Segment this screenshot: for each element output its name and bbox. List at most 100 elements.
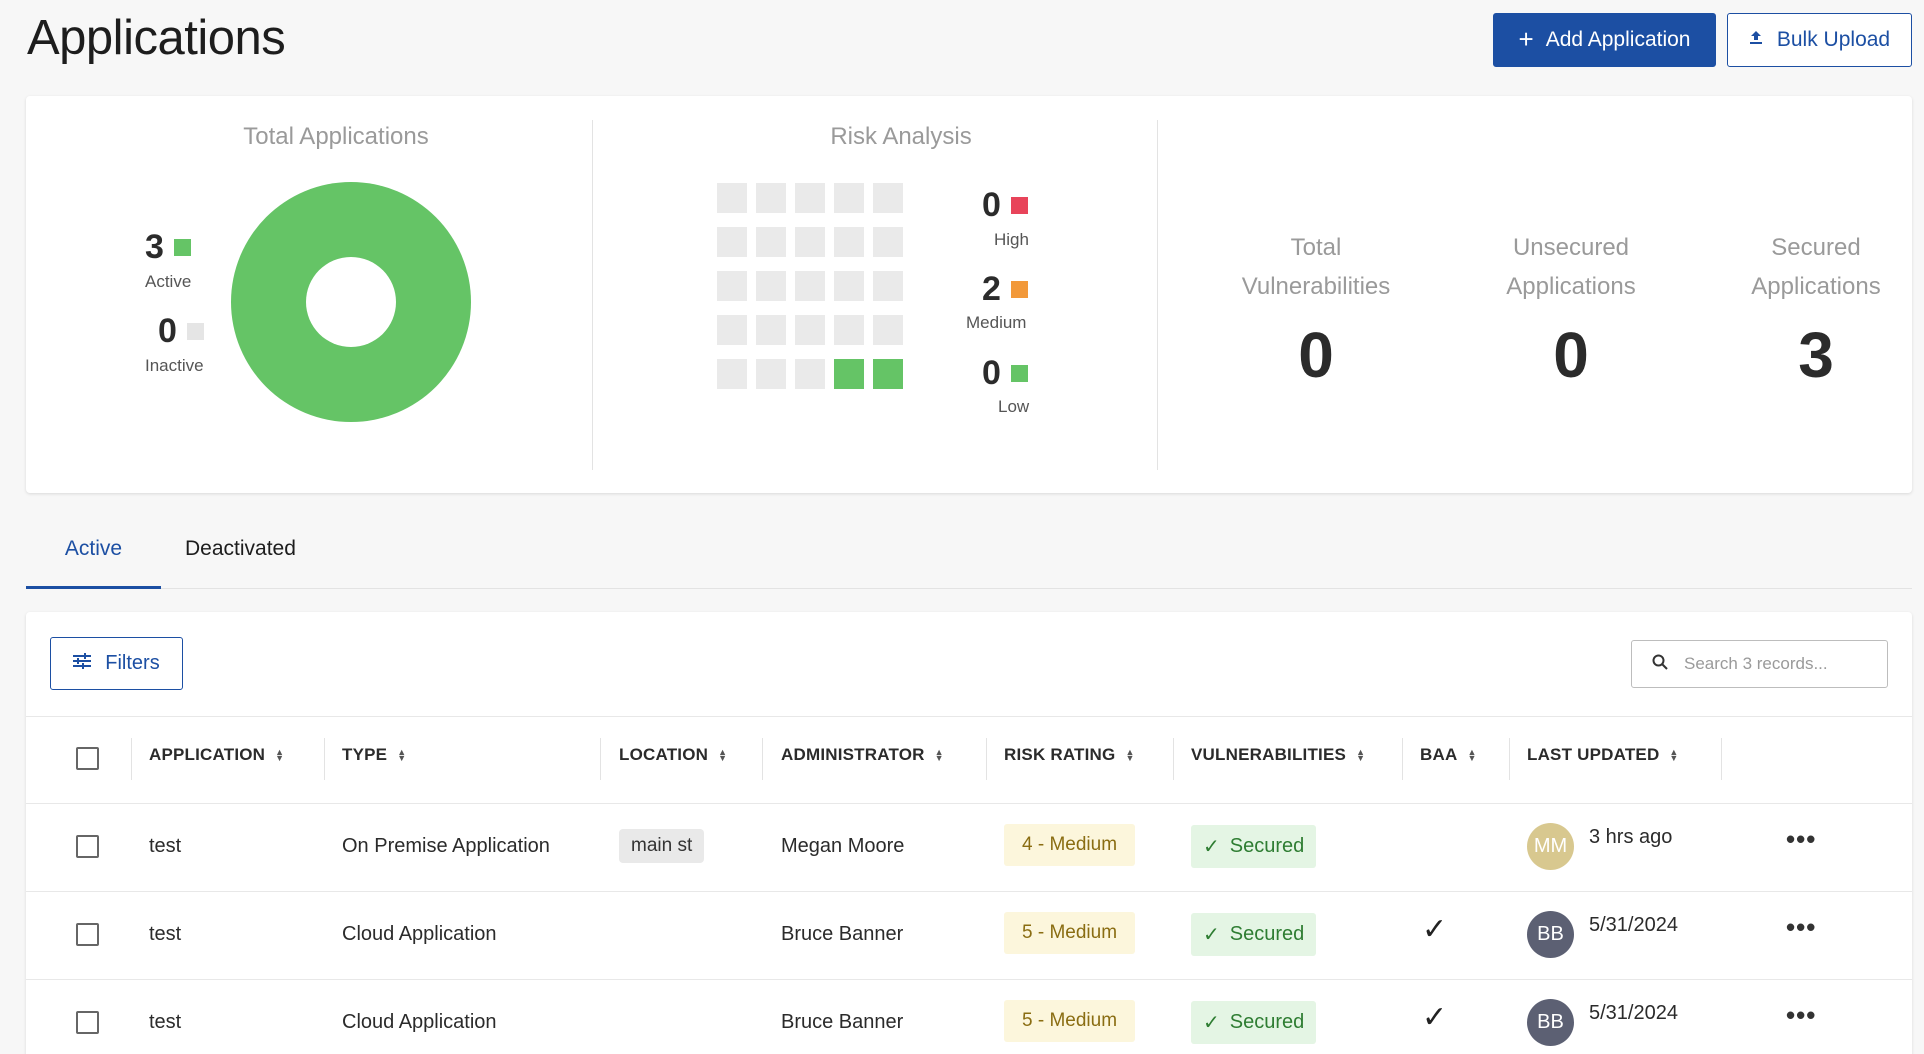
plus-icon: + <box>1518 24 1534 54</box>
risk-cell <box>717 227 747 257</box>
search-input[interactable] <box>1684 654 1874 674</box>
low-legend-swatch <box>1010 365 1028 382</box>
row-actions-more-icon[interactable]: ••• <box>1786 1000 1816 1031</box>
column-divider <box>131 738 132 780</box>
bulk-upload-label: Bulk Upload <box>1776 28 1891 51</box>
sort-icon: ▲ ▼ <box>1467 747 1477 763</box>
column-divider <box>1721 738 1722 780</box>
active-count: 3 <box>145 228 191 267</box>
column-header-type[interactable]: TYPE ▲ ▼ <box>342 745 406 765</box>
column-header-location[interactable]: LOCATION ▲ ▼ <box>619 745 727 765</box>
tab-deactivated[interactable]: Deactivated <box>185 537 296 561</box>
filter-icon <box>73 652 92 675</box>
check-icon: ✓ <box>1203 1012 1220 1034</box>
secured-badge: ✓ Secured <box>1191 825 1317 868</box>
risk-cell <box>873 271 903 301</box>
column-header-application[interactable]: APPLICATION ▲ ▼ <box>149 745 284 765</box>
avatar: BB <box>1527 999 1574 1046</box>
medium-count: 2 <box>982 270 1028 309</box>
select-all-checkbox[interactable] <box>76 747 99 770</box>
sort-icon: ▲ ▼ <box>397 747 407 763</box>
total-vulnerabilities-value: 0 <box>1298 319 1334 391</box>
cell-application[interactable]: test <box>149 923 181 946</box>
risk-rating-badge: 5 - Medium <box>1004 912 1136 954</box>
add-application-button[interactable]: + Add Application <box>1493 13 1716 67</box>
avatar: MM <box>1527 823 1574 870</box>
column-divider <box>324 738 325 780</box>
tab-active-indicator <box>26 586 161 589</box>
cell-last-updated: 5/31/2024 <box>1589 1002 1678 1024</box>
sort-icon: ▲ ▼ <box>1125 747 1135 763</box>
risk-cell <box>717 183 747 213</box>
row-divider <box>26 891 1912 892</box>
risk-cell <box>834 315 864 345</box>
risk-cell <box>834 227 864 257</box>
sort-icon: ▲ ▼ <box>275 747 285 763</box>
cell-type: Cloud Application <box>342 923 497 945</box>
column-header-risk-rating[interactable]: RISK RATING ▲ ▼ <box>1004 745 1135 765</box>
secured-badge: ✓ Secured <box>1191 913 1317 956</box>
applications-table-card: Filters APPLICATION▲▼ TYPE▲▼ LOCATION▲▼ … <box>26 612 1912 1054</box>
filters-button[interactable]: Filters <box>50 637 183 690</box>
row-divider <box>26 803 1912 804</box>
risk-cell <box>873 183 903 213</box>
inactive-count: 0 <box>158 312 204 351</box>
column-divider <box>1509 738 1510 780</box>
check-icon: ✓ <box>1203 836 1220 858</box>
location-chip: main st <box>619 829 705 863</box>
secured-badge: ✓ Secured <box>1191 1001 1317 1044</box>
risk-cell <box>795 227 825 257</box>
tab-divider <box>26 588 1912 589</box>
cell-application[interactable]: test <box>149 835 181 858</box>
tab-active[interactable]: Active <box>26 537 161 561</box>
row-actions-more-icon[interactable]: ••• <box>1786 824 1816 855</box>
risk-cell <box>834 271 864 301</box>
summary-card: Total Applications 3 Active 0 Inactive R… <box>26 96 1912 493</box>
sort-icon: ▲ ▼ <box>1669 747 1679 763</box>
risk-cell <box>795 183 825 213</box>
secured-applications-title: Secured Applications <box>1751 234 1881 300</box>
cell-administrator: Bruce Banner <box>781 1011 904 1033</box>
risk-rating-badge: 4 - Medium <box>1004 824 1136 866</box>
risk-cell <box>873 227 903 257</box>
cell-administrator: Bruce Banner <box>781 923 904 945</box>
unsecured-applications-value: 0 <box>1553 319 1589 391</box>
bulk-upload-button[interactable]: Bulk Upload <box>1727 13 1912 67</box>
inactive-label: Inactive <box>145 356 204 375</box>
risk-cell <box>756 359 786 389</box>
risk-cell <box>873 315 903 345</box>
risk-rating-badge: 5 - Medium <box>1004 1000 1136 1042</box>
divider <box>592 120 593 470</box>
donut-hole <box>306 257 396 347</box>
column-divider <box>600 738 601 780</box>
baa-check-icon: ✓ <box>1422 1001 1448 1034</box>
sort-icon: ▲ ▼ <box>718 747 728 763</box>
search-box[interactable] <box>1631 640 1888 688</box>
column-header-baa[interactable]: BAA ▲ ▼ <box>1420 745 1477 765</box>
risk-cell <box>795 271 825 301</box>
cell-administrator: Megan Moore <box>781 835 905 857</box>
filters-label: Filters <box>105 652 160 674</box>
risk-cell <box>834 183 864 213</box>
risk-cell-filled <box>873 359 903 389</box>
baa-check-icon: ✓ <box>1422 913 1448 946</box>
sort-icon: ▲ ▼ <box>1356 747 1366 763</box>
medium-legend-swatch <box>1010 281 1028 298</box>
column-header-vulnerabilities[interactable]: VULNERABILITIES ▲ ▼ <box>1191 745 1365 765</box>
check-icon: ✓ <box>1203 924 1220 946</box>
row-actions-more-icon[interactable]: ••• <box>1786 912 1816 943</box>
high-legend-swatch <box>1010 197 1028 214</box>
low-count: 0 <box>982 354 1028 393</box>
row-checkbox[interactable] <box>76 923 99 946</box>
row-checkbox[interactable] <box>76 835 99 858</box>
column-header-last-updated[interactable]: LAST UPDATED ▲ ▼ <box>1527 745 1679 765</box>
risk-cell <box>717 315 747 345</box>
risk-cell <box>795 359 825 389</box>
column-header-administrator[interactable]: ADMINISTRATOR ▲ ▼ <box>781 745 944 765</box>
inactive-legend-swatch <box>186 323 204 340</box>
column-divider <box>762 738 763 780</box>
cell-type: Cloud Application <box>342 1011 497 1033</box>
cell-application[interactable]: test <box>149 1011 181 1034</box>
row-divider <box>26 979 1912 980</box>
row-checkbox[interactable] <box>76 1011 99 1034</box>
